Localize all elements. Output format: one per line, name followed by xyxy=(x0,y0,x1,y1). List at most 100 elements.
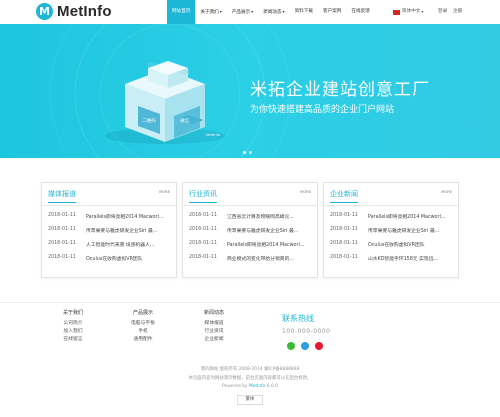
news-panel-industry: 行业资讯 MORE 2018-01-11 江西省云计算及物联网高峰论... 201… xyxy=(182,182,318,278)
footer-link[interactable]: 公司简介 xyxy=(58,320,88,328)
cube-label-metinfo: MetInfo xyxy=(206,132,221,137)
news-panel-media: 媒体报道 MORE 2018-01-11 Parallels即将亮相2014 Ma… xyxy=(41,182,177,278)
qq-icon[interactable] xyxy=(301,342,309,350)
nav-item-label: 客户案例 xyxy=(323,9,342,14)
item-title: 传苹果要与雅虎研发企业Siri 最... xyxy=(227,229,299,234)
item-title: 江西省云计算及物联网高峰论... xyxy=(227,215,294,220)
cube-label-wechat: 微信 xyxy=(180,117,190,124)
item-date: 2018-01-11 xyxy=(189,227,217,232)
wechat-icon[interactable] xyxy=(287,342,295,350)
nav-item-news[interactable]: 新闻动态▾ xyxy=(258,0,289,24)
footer-column-heading[interactable]: 产品展示 xyxy=(128,309,158,316)
item-title: 山水KD智能手环158元 实现远... xyxy=(368,257,439,262)
item-title: 人工智能时代来袭 境感机器人... xyxy=(86,243,155,248)
list-item[interactable]: 2018-01-11 传苹果要与雅虎研发企业Siri 最... xyxy=(189,227,313,234)
more-link[interactable]: MORE xyxy=(441,190,452,194)
item-title: Oculus在收购虚拟VR团队 xyxy=(368,243,425,248)
list-item[interactable]: 2018-01-11 山水KD智能手环158元 实现远... xyxy=(330,255,454,262)
list-item[interactable]: 2018-01-11 传苹果要与雅虎研发企业Siri 最... xyxy=(330,227,454,234)
nav-item-label: 网站首页 xyxy=(172,9,191,14)
footer-link[interactable]: 通用配件 xyxy=(128,336,158,344)
list-item[interactable]: 2018-01-11 Oculus在收购虚拟VR团队 xyxy=(48,255,172,262)
disclaimer-text: 本页面内容为网站演示数据，前台页面内容都可以在后台修改。 xyxy=(188,376,312,381)
footer-column-heading[interactable]: 关于我们 xyxy=(58,309,88,316)
footer-column-products: 产品展示 电脑与平板 手机 通用配件 xyxy=(128,309,158,344)
item-date: 2018-01-11 xyxy=(330,255,358,260)
carousel-dot[interactable] xyxy=(243,151,246,154)
site-logo[interactable]: M MetInfo xyxy=(36,3,112,20)
item-date: 2018-01-11 xyxy=(48,255,76,260)
footer-column-heading[interactable]: 新闻动态 xyxy=(199,309,229,316)
language-switcher[interactable]: 简体中文 ▾ xyxy=(393,0,423,24)
footer-link[interactable]: 加入我们 xyxy=(58,328,88,336)
item-title: Oculus在收购虚拟VR团队 xyxy=(86,257,143,262)
more-link[interactable]: MORE xyxy=(159,190,170,194)
cube-label-qrcode: 二维码 xyxy=(142,117,156,124)
nav-item-downloads[interactable]: 资料下载 xyxy=(290,0,318,24)
login-link[interactable]: 登录 xyxy=(438,0,447,24)
nav-item-feedback[interactable]: 在线反馈 xyxy=(346,0,374,24)
nav-item-about[interactable]: 关于我们▾ xyxy=(195,0,226,24)
chevron-down-icon: ▾ xyxy=(251,9,254,14)
footer-column-news: 新闻动态 媒体报道 行业资讯 企业新闻 xyxy=(199,309,229,344)
powered-by-line: Powered by MetInfo 6.0.0 xyxy=(0,384,500,389)
nav-item-label: 关于我们 xyxy=(200,10,219,15)
footer-link[interactable]: 媒体报道 xyxy=(199,320,229,328)
powered-version: 6.0.0 xyxy=(266,384,278,389)
traditional-chinese-button[interactable]: 繁体 xyxy=(237,395,263,405)
register-link[interactable]: 注册 xyxy=(453,0,462,24)
item-title: 传苹果要与雅虎研发企业Siri 最... xyxy=(368,229,440,234)
footer-link[interactable]: 在线留言 xyxy=(58,336,88,344)
list-item[interactable]: 2018-01-11 Oculus在收购虚拟VR团队 xyxy=(330,241,454,248)
footer-link[interactable]: 行业资讯 xyxy=(199,328,229,336)
item-title: Parallels即将亮相2014 Macworl... xyxy=(227,243,305,248)
panel-title[interactable]: 媒体报道 xyxy=(48,189,76,203)
list-item[interactable]: 2018-01-11 Parallels即将亮相2014 Macworl... xyxy=(48,213,172,220)
nav-item-label: 在线反馈 xyxy=(351,9,370,14)
list-item[interactable]: 2018-01-11 江西省云计算及物联网高峰论... xyxy=(189,213,313,220)
footer-link[interactable]: 企业新闻 xyxy=(199,336,229,344)
item-title: Parallels即将亮相2014 Macworl... xyxy=(86,215,164,220)
list-item[interactable]: 2018-01-11 传苹果要与雅虎研发企业Siri 最... xyxy=(48,227,172,234)
panel-header: 行业资讯 MORE xyxy=(183,183,317,206)
logo-mark-icon: M xyxy=(36,3,53,20)
panel-header: 企业新闻 MORE xyxy=(324,183,458,206)
banner-title: 米拓企业建站创意工厂 xyxy=(250,80,430,100)
nav-item-cases[interactable]: 客户案例 xyxy=(318,0,346,24)
list-item[interactable]: 2018-01-11 Parallels即将亮相2014 Macworl... xyxy=(189,241,313,248)
cube-graphic xyxy=(125,61,205,142)
more-link[interactable]: MORE xyxy=(300,190,311,194)
panel-title[interactable]: 企业新闻 xyxy=(330,189,358,203)
carousel-dots xyxy=(243,151,252,154)
panel-header: 媒体报道 MORE xyxy=(42,183,176,206)
list-item[interactable]: 2018-01-11 人工智能时代来袭 境感机器人... xyxy=(48,241,172,248)
nav-item-home[interactable]: 网站首页 xyxy=(167,0,196,24)
footer-link[interactable]: 手机 xyxy=(128,328,158,336)
item-title: 商业模式的变化带给分销商的... xyxy=(227,257,294,262)
powered-brand-link[interactable]: MetInfo xyxy=(249,384,266,389)
main-nav: 网站首页 关于我们▾ 产品展示▾ 新闻动态▾ 资料下载 客户案例 在线反馈 xyxy=(167,0,375,24)
top-header: M MetInfo 网站首页 关于我们▾ 产品展示▾ 新闻动态▾ 资料下载 客户… xyxy=(0,0,500,24)
nav-item-label: 产品展示 xyxy=(231,10,251,15)
hero-banner[interactable]: ERP CRM 二维码 微信 MetInfo 米拓企业建站创意工厂 为你快速搭建… xyxy=(0,24,500,158)
item-date: 2018-01-11 xyxy=(189,241,217,246)
carousel-dot[interactable] xyxy=(249,151,252,154)
hotline-number: 100-000-0000 xyxy=(282,328,331,335)
footer-divider xyxy=(0,302,500,303)
copyright-text: 我的网站 版权所有 2008-2014 湘ICP备8888888 xyxy=(200,367,300,372)
cube-label-crm: CRM xyxy=(180,70,190,75)
powered-prefix: Powered by xyxy=(222,384,248,389)
panel-title[interactable]: 行业资讯 xyxy=(189,189,217,203)
item-date: 2018-01-11 xyxy=(330,241,358,246)
list-item[interactable]: 2018-01-11 商业模式的变化带给分销商的... xyxy=(189,255,313,262)
footer-link[interactable]: 电脑与平板 xyxy=(128,320,158,328)
cube-label-erp: ERP xyxy=(148,63,156,68)
footer-column-about: 关于我们 公司简介 加入我们 在线留言 xyxy=(58,309,88,344)
item-date: 2018-01-11 xyxy=(189,255,217,260)
nav-item-products[interactable]: 产品展示▾ xyxy=(227,0,258,24)
hotline-label: 联系热线 xyxy=(282,314,314,323)
weibo-icon[interactable] xyxy=(315,342,323,350)
chevron-down-icon: ▾ xyxy=(282,9,285,14)
list-item[interactable]: 2018-01-11 Parallels即将亮相2014 Macworl... xyxy=(330,213,454,220)
social-icons xyxy=(287,342,323,350)
